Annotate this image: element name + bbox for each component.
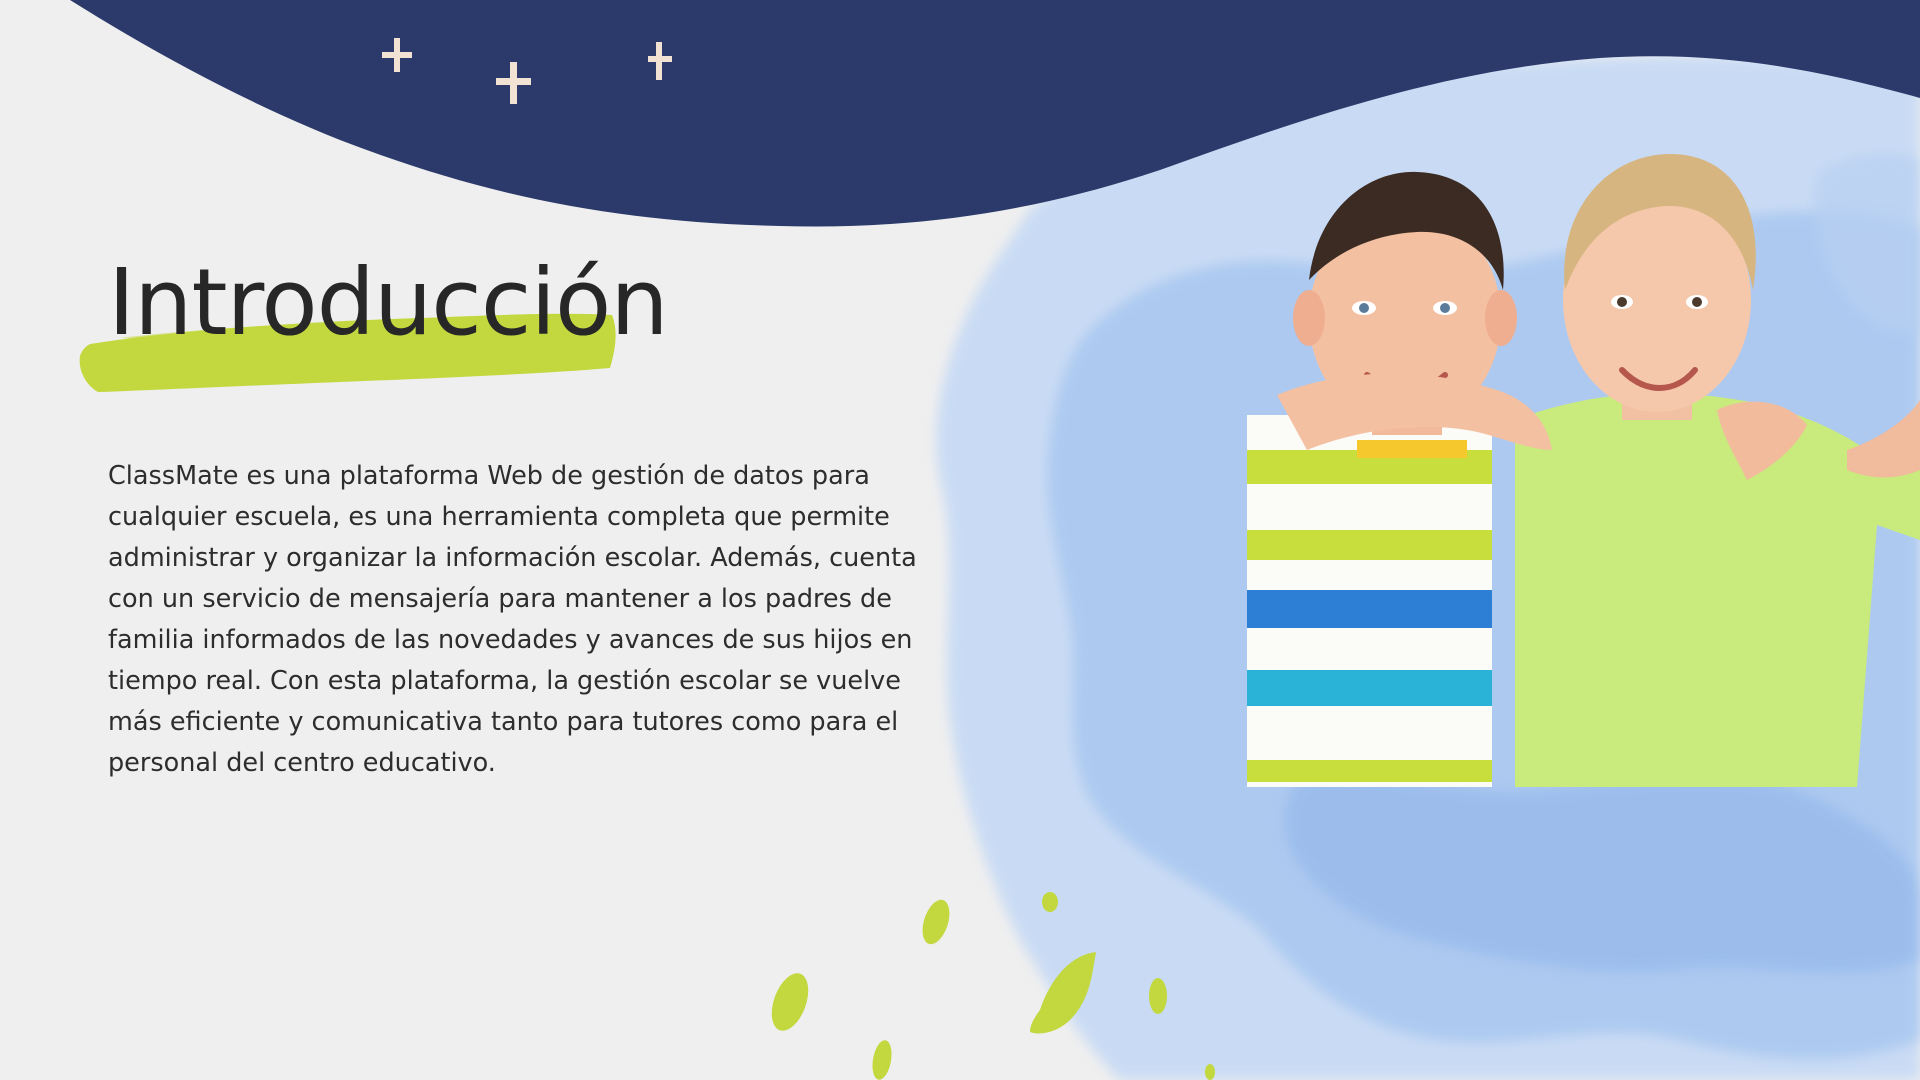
page-title: Introducción [108, 249, 669, 356]
intro-paragraph: ClassMate es una plataforma Web de gesti… [108, 461, 917, 778]
slide: Introducción ClassMate es una plataforma… [0, 0, 1920, 1080]
photo-two-boys [1247, 153, 1920, 787]
right-boy [1515, 153, 1920, 787]
left-boy [1247, 171, 1517, 787]
